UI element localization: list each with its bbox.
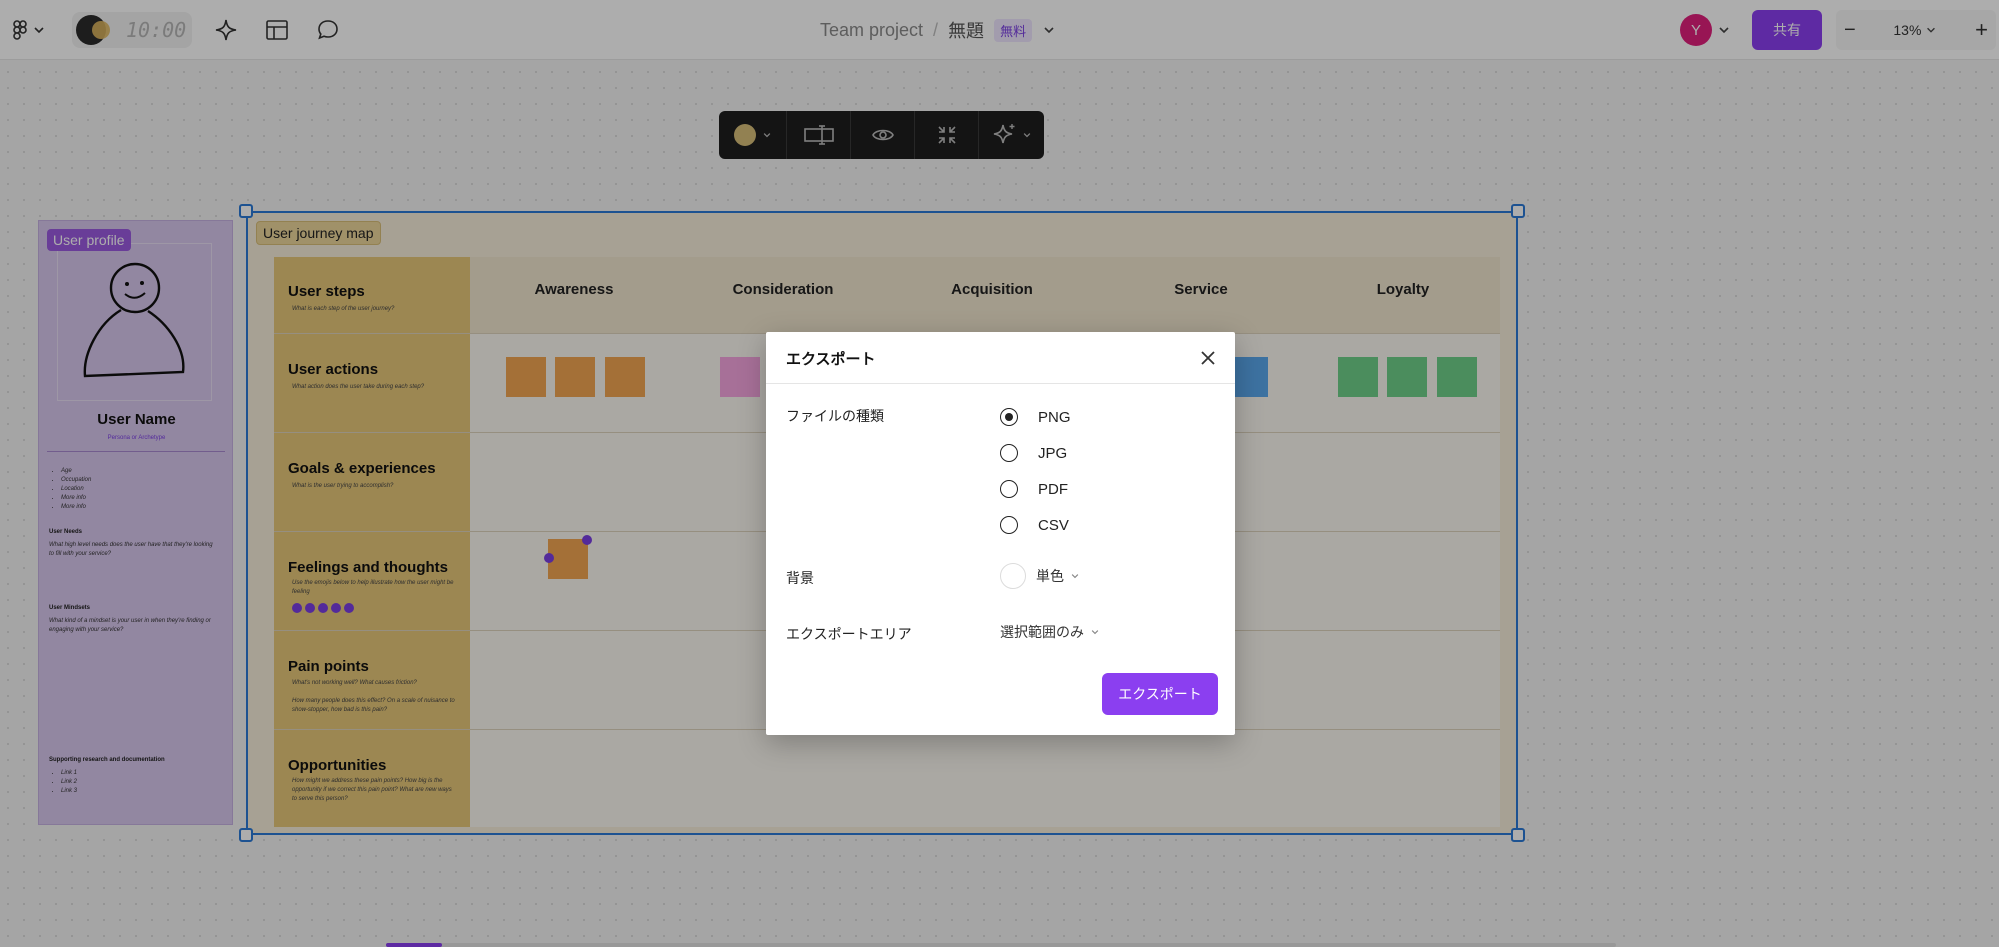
file-type-option-pdf[interactable]: PDF	[1000, 477, 1068, 501]
radio-selected-dot	[1005, 413, 1013, 421]
radio-button[interactable]	[1000, 444, 1018, 462]
chevron-down-icon	[1071, 574, 1079, 579]
option-label: CSV	[1038, 516, 1069, 534]
export-dialog: エクスポート ファイルの種類 PNG JPG PDF CSV 背景 単色 エクス…	[766, 332, 1235, 735]
export-button[interactable]: エクスポート	[1102, 673, 1218, 715]
close-button[interactable]	[1196, 346, 1220, 370]
radio-button[interactable]	[1000, 480, 1018, 498]
option-label: PNG	[1038, 408, 1071, 426]
background-color-swatch[interactable]	[1000, 563, 1026, 589]
export-area-label: エクスポートエリア	[786, 626, 912, 642]
radio-button[interactable]	[1000, 408, 1018, 426]
close-icon	[1201, 351, 1215, 365]
export-area-dropdown[interactable]: 選択範囲のみ	[1000, 622, 1100, 642]
dialog-header: エクスポート	[766, 332, 1235, 384]
background-label: 背景	[786, 570, 814, 586]
option-label: JPG	[1038, 444, 1068, 462]
file-type-option-png[interactable]: PNG	[1000, 405, 1071, 429]
file-type-label: ファイルの種類	[786, 408, 884, 424]
option-label: PDF	[1038, 480, 1068, 498]
background-value: 単色	[1036, 568, 1064, 584]
radio-button[interactable]	[1000, 516, 1018, 534]
background-dropdown[interactable]: 単色	[1000, 563, 1080, 589]
chevron-down-icon	[1091, 630, 1099, 635]
export-area-value: 選択範囲のみ	[1000, 624, 1084, 640]
dialog-title: エクスポート	[786, 351, 876, 368]
file-type-option-jpg[interactable]: JPG	[1000, 441, 1067, 465]
file-type-option-csv[interactable]: CSV	[1000, 513, 1069, 537]
